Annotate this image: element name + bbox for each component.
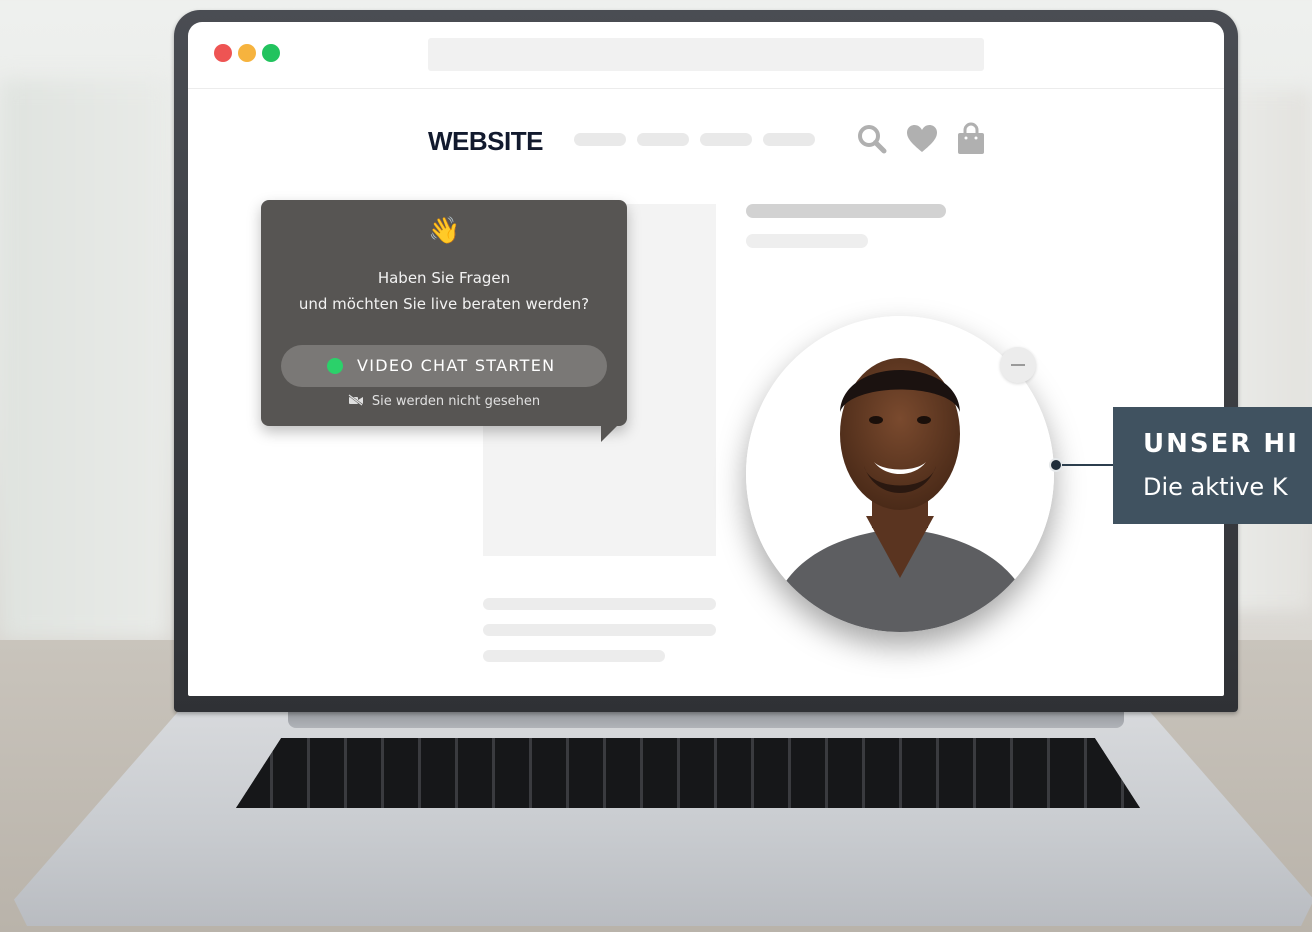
callout-pointer-line [1062,464,1114,466]
online-status-dot [327,358,343,374]
start-video-chat-button[interactable]: VIDEO CHAT STARTEN [281,345,607,387]
minus-icon [1011,364,1025,366]
address-bar[interactable] [428,38,984,71]
search-icon[interactable] [855,122,889,156]
background-blur-left [0,80,170,640]
maximize-window-button[interactable] [262,44,280,62]
product-title-placeholder [746,204,946,218]
camera-off-note: Sie werden nicht gesehen [261,394,627,409]
nav-link-placeholder[interactable] [700,133,752,146]
start-video-chat-label: VIDEO CHAT STARTEN [357,356,556,375]
waving-hand-icon: 👋 [428,214,460,248]
callout-subtitle: Die aktive K [1143,473,1288,501]
callout-pointer-dot [1049,458,1063,472]
close-window-button[interactable] [214,44,232,62]
text-line-placeholder [483,624,716,636]
camera-off-icon [348,394,363,406]
video-chat-invite-popup: 👋 Haben Sie Fragen und möchten Sie live … [261,200,627,442]
popup-tail [601,426,617,442]
minimize-window-button[interactable] [238,44,256,62]
heart-icon[interactable] [905,122,939,156]
keyboard [236,738,1140,808]
chat-question-line-2: und möchten Sie live beraten werden? [298,295,590,313]
camera-off-text: Sie werden nicht gesehen [371,394,541,409]
nav-link-placeholder[interactable] [574,133,626,146]
bag-icon[interactable] [954,122,988,156]
wave-emoji: 👋 [428,216,461,246]
callout-title: UNSER HI [1143,429,1299,459]
feature-callout: UNSER HI Die aktive K [1113,407,1312,524]
product-price-placeholder [746,234,868,248]
nav-link-placeholder[interactable] [637,133,689,146]
site-logo[interactable]: WEBSITE [428,126,543,157]
text-line-placeholder [483,650,665,662]
nav-link-placeholder[interactable] [763,133,815,146]
minimize-video-button[interactable] [1000,347,1036,383]
chat-question-line-1: Haben Sie Fragen [377,269,511,287]
browser-toolbar [188,22,1224,89]
text-line-placeholder [483,598,716,610]
